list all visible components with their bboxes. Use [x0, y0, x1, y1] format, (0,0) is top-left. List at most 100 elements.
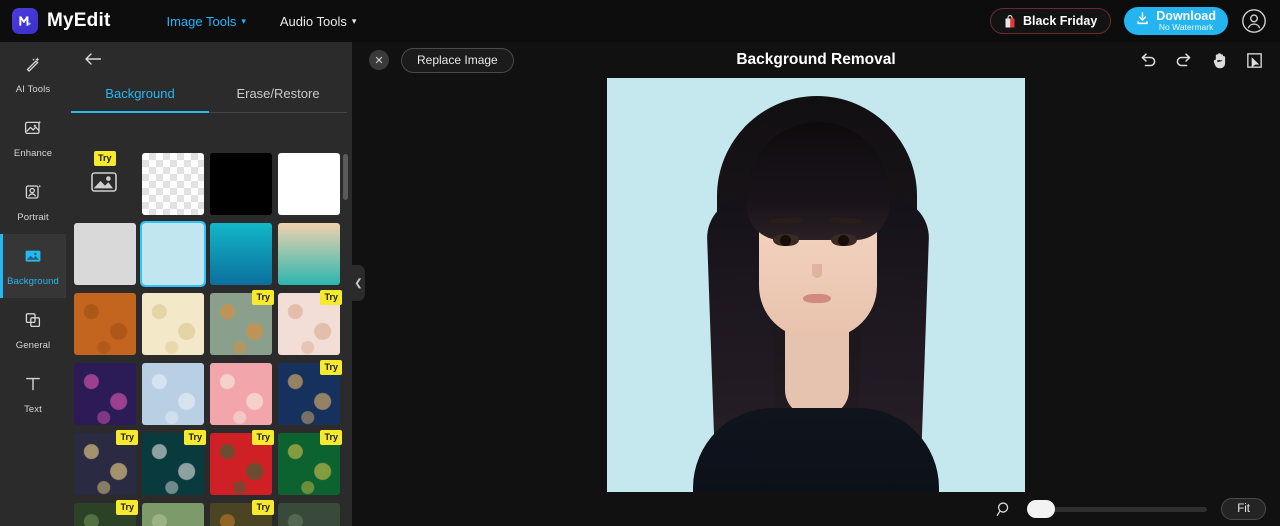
sidebar-item-portrait[interactable]: Portrait	[0, 170, 66, 234]
replace-image-label: Replace Image	[417, 53, 498, 67]
canvas-area: ✕ Replace Image Background Removal	[352, 42, 1280, 526]
sidebar-item-label: Background	[7, 275, 59, 287]
swatch-light-gray-background[interactable]	[74, 223, 136, 285]
sidebar-item-label: Text	[24, 403, 42, 415]
user-avatar-icon[interactable]	[1241, 8, 1267, 34]
panel-collapse-button[interactable]: ❮	[352, 265, 365, 301]
swatch-black-background[interactable]	[210, 153, 272, 215]
zoom-slider[interactable]	[1027, 500, 1208, 518]
sidebar-item-enhance[interactable]: Enhance	[0, 106, 66, 170]
try-badge: Try	[320, 430, 342, 445]
brand[interactable]: MyEdit	[0, 8, 110, 34]
tab-background[interactable]: Background	[71, 78, 209, 113]
swatch-candy-cane-teal[interactable]: Try	[142, 430, 206, 495]
portrait-icon	[23, 182, 43, 207]
download-sublabel: No Watermark	[1158, 22, 1214, 32]
download-icon	[1135, 11, 1150, 31]
torso-sweater	[693, 408, 939, 492]
swatch-christmas-icons-pink[interactable]	[210, 363, 272, 425]
try-badge: Try	[184, 430, 206, 445]
image-stage[interactable]	[352, 78, 1280, 492]
swatch-teal-gradient-background[interactable]	[210, 223, 272, 285]
swatch-autumn-leaves-sketch[interactable]	[142, 293, 204, 355]
myedit-app: MyEdit Image Tools ▾ Audio Tools ▾ Black…	[0, 0, 1280, 526]
swatch-peach-teal-gradient-background[interactable]	[278, 223, 340, 285]
download-label: Download	[1156, 9, 1216, 23]
layers-icon	[23, 310, 43, 335]
try-badge: Try	[252, 290, 274, 305]
sidebar-item-general[interactable]: General	[0, 298, 66, 362]
redo-icon[interactable]	[1174, 51, 1194, 69]
swatch-orange-halloween-pattern[interactable]	[74, 293, 136, 355]
sidebar-item-ai-tools[interactable]: AI Tools	[0, 42, 66, 106]
text-icon	[23, 374, 43, 399]
undo-icon[interactable]	[1138, 51, 1158, 69]
nav-image-tools-label: Image Tools	[166, 13, 237, 29]
swatch-pumpkin-collage[interactable]: Try	[210, 290, 274, 355]
nose	[812, 264, 822, 278]
black-friday-button[interactable]: Black Friday	[989, 8, 1112, 34]
canvas-tool-group	[1138, 51, 1280, 70]
fit-button[interactable]: Fit	[1221, 498, 1266, 520]
mouth	[803, 294, 831, 303]
panel-tabs: Background Erase/Restore	[66, 78, 352, 113]
swatch-hanging-lights-snowflakes[interactable]: Try	[74, 430, 138, 495]
try-badge: Try	[320, 360, 342, 375]
pupil-left	[780, 235, 791, 246]
swatch-light-blue-background[interactable]	[140, 221, 206, 287]
swatch-tropical-leaves-dark[interactable]: Try	[74, 500, 138, 526]
fit-label: Fit	[1237, 503, 1250, 515]
select-icon[interactable]	[1245, 51, 1264, 70]
swatch-white-background[interactable]	[278, 153, 340, 215]
header-actions: Black Friday Download No Watermark	[989, 7, 1280, 35]
pupil-right	[838, 235, 849, 246]
shopping-bag-icon	[1004, 14, 1016, 28]
try-badge: Try	[94, 151, 116, 166]
swatch-green-leaves-light[interactable]	[142, 503, 204, 526]
try-badge: Try	[252, 430, 274, 445]
swatch-dark-green-leaves[interactable]	[278, 503, 340, 526]
main-nav: Image Tools ▾ Audio Tools ▾	[166, 14, 356, 29]
panel-back-button[interactable]	[66, 42, 352, 72]
nav-image-tools[interactable]: Image Tools ▾	[166, 14, 245, 29]
enhance-image-icon	[23, 118, 43, 143]
nav-audio-tools[interactable]: Audio Tools ▾	[280, 14, 357, 29]
magnifier-icon[interactable]	[995, 500, 1013, 518]
chevron-down-icon: ▾	[241, 15, 246, 26]
swatch-transparent-background[interactable]	[142, 153, 204, 215]
canvas-toolbar: ✕ Replace Image Background Removal	[352, 42, 1280, 78]
magic-wand-icon	[23, 54, 43, 79]
sidebar-item-label: Enhance	[13, 147, 53, 159]
sidebar-item-text[interactable]: Text	[0, 362, 66, 426]
tab-erase-restore[interactable]: Erase/Restore	[209, 78, 347, 113]
chevron-left-icon: ❮	[354, 277, 363, 289]
upload-image-icon	[91, 170, 119, 199]
try-badge: Try	[320, 290, 342, 305]
sidebar-item-label: Portrait	[17, 211, 49, 223]
swatch-pumpkin-dots-pattern[interactable]: Try	[278, 290, 342, 355]
swatch-scroll-region[interactable]: Try Try Try Try Try Try Try Try Try Try	[66, 145, 352, 526]
swatch-winter-night-mountains[interactable]: Try	[278, 360, 342, 425]
try-badge: Try	[116, 430, 138, 445]
swatch-autumn-foliage[interactable]: Try	[210, 500, 274, 526]
hand-icon[interactable]	[1210, 51, 1229, 70]
sidebar-item-label: AI Tools	[15, 83, 51, 95]
swatch-green-wreath-background[interactable]: Try	[278, 430, 342, 495]
background-swatch-grid: Try Try Try Try Try Try Try Try Try Try	[66, 145, 352, 526]
panel-scrollbar[interactable]	[343, 154, 348, 200]
download-button[interactable]: Download No Watermark	[1124, 7, 1228, 35]
myedit-logo-icon	[12, 8, 38, 34]
background-icon	[23, 246, 43, 271]
swatch-merry-christmas-wreath-red[interactable]: Try	[210, 430, 274, 495]
nav-audio-tools-label: Audio Tools	[279, 13, 347, 29]
close-icon[interactable]: ✕	[369, 50, 389, 70]
portrait-photo[interactable]	[607, 78, 1025, 492]
brand-name: MyEdit	[47, 10, 111, 31]
swatch-upload-custom-background[interactable]: Try	[74, 151, 136, 215]
swatch-colorful-trees-pattern[interactable]	[74, 363, 136, 425]
zoom-slider-thumb[interactable]	[1027, 500, 1056, 518]
sidebar-item-background[interactable]: Background	[0, 234, 66, 298]
black-friday-label: Black Friday	[1022, 14, 1098, 28]
replace-image-button[interactable]: Replace Image	[401, 47, 514, 73]
swatch-merry-christmas-snow[interactable]	[142, 363, 204, 425]
